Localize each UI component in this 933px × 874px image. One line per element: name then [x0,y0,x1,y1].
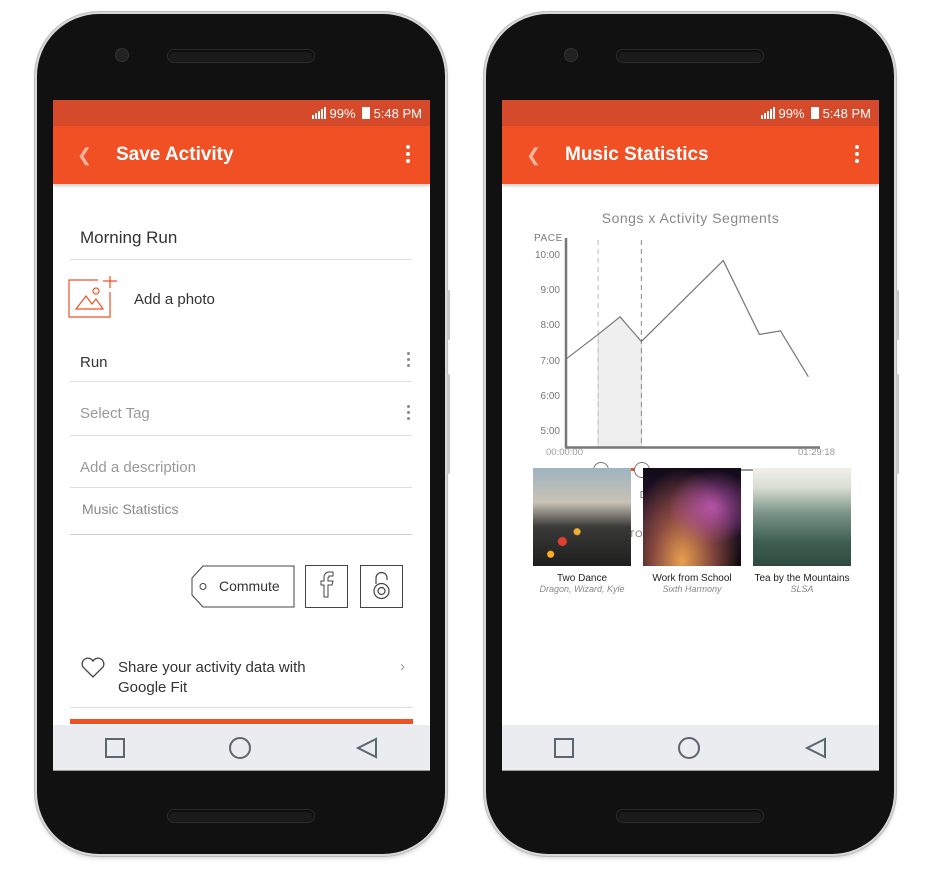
slider-end-label: 01:29:18 [798,447,835,458]
google-fit-line1: Share your activity data with [118,659,306,676]
chevron-left-icon[interactable]: ❮ [77,145,92,166]
song-artist: Dragon, Wizard, Kyle [539,584,625,594]
app-bar: ❮ Music Statistics [502,126,879,184]
square-icon[interactable] [105,737,126,758]
unlock-icon [373,571,390,600]
song-card[interactable]: Work from School Sixth Harmony [642,468,742,594]
status-bar: 99% 5:48 PM [502,100,879,126]
chevron-left-icon[interactable]: ❮ [526,145,541,166]
song-title: Two Dance [556,573,608,584]
page-title: Music Statistics [565,144,709,165]
circle-icon[interactable] [229,736,252,759]
front-camera [115,48,129,62]
clock: 5:48 PM [822,105,871,121]
signal-icon [311,107,326,119]
add-photo-button[interactable]: Add a photo [68,266,388,326]
google-fit-share-row[interactable]: Share your activity data with Google Fit… [70,630,413,708]
power-button [447,290,450,340]
facebook-icon [320,571,334,598]
more-vertical-icon[interactable] [406,145,410,163]
google-fit-line2: Google Fit [118,679,188,696]
status-bar: 99% 5:48 PM [53,100,430,126]
album-cover-foggy-forest [753,468,851,566]
description-placeholder: Add a description [80,459,196,476]
add-photo-icon [68,276,117,318]
activity-name-value: Morning Run [80,228,178,247]
front-camera [564,48,578,62]
power-button [896,290,899,340]
slider-start-label: 00:00:00 [546,447,583,458]
page-title: Save Activity [116,144,234,165]
album-cover-rainy-city [533,468,631,566]
bottom-speaker [616,809,764,823]
battery-icon [361,107,370,119]
earpiece-speaker [616,49,764,63]
signal-icon [760,107,775,119]
battery-percent: 99% [329,105,356,121]
chart-title: Songs x Activity Segments [601,210,780,226]
battery-percent: 99% [778,105,805,121]
commute-label: Commute [219,578,280,594]
triangle-back-icon[interactable] [355,736,378,759]
more-vertical-icon[interactable] [407,405,410,420]
activity-name-field[interactable]: Morning Run [70,200,412,260]
phone-frame-left: 99% 5:48 PM ❮ Save Activity Morning Run … [37,14,450,854]
clock: 5:48 PM [373,105,422,121]
song-artist: SLSA [790,584,814,594]
earpiece-speaker [167,49,315,63]
android-nav-bar [53,725,430,771]
tag-select[interactable]: Select Tag [70,381,412,436]
song-artist: Sixth Harmony [662,584,722,594]
commute-tag-button[interactable]: Commute [191,565,295,608]
song-card[interactable]: Two Dance Dragon, Wizard, Kyle [532,468,632,594]
privacy-button[interactable] [360,565,403,608]
music-statistics-label: Music Statistics [82,501,179,517]
activity-type-value: Run [80,354,108,371]
heart-icon [81,657,105,678]
triangle-back-icon[interactable] [804,736,827,759]
album-cover-milky-way [643,468,741,566]
music-statistics-screen: 99% 5:48 PM ❮ Music Statistics Songs x A… [502,100,879,771]
volume-button [447,374,450,474]
android-nav-bar [502,725,879,771]
add-photo-label: Add a photo [134,291,215,308]
app-bar: ❮ Save Activity [53,126,430,184]
save-activity-screen: 99% 5:48 PM ❮ Save Activity Morning Run … [53,100,430,771]
highlight-segment-area [597,316,642,448]
bottom-speaker [167,809,315,823]
facebook-share-button[interactable] [305,565,348,608]
more-vertical-icon[interactable] [407,352,410,367]
more-vertical-icon[interactable] [855,145,859,163]
phone-frame-right: 99% 5:48 PM ❮ Music Statistics Songs x A… [486,14,899,854]
tag-placeholder: Select Tag [80,405,150,422]
music-statistics-link[interactable]: Music Statistics [70,487,412,535]
square-icon[interactable] [554,737,575,758]
song-card[interactable]: Tea by the Mountains SLSA [752,468,852,594]
description-input[interactable]: Add a description [70,435,412,488]
song-title: Work from School [652,573,732,584]
volume-button [896,374,899,474]
song-title: Tea by the Mountains [754,573,850,584]
circle-icon[interactable] [678,736,701,759]
battery-icon [810,107,819,119]
activity-type-field[interactable]: Run [70,334,412,382]
chevron-right-icon: › [400,658,405,675]
save-button-edge[interactable] [70,719,413,724]
